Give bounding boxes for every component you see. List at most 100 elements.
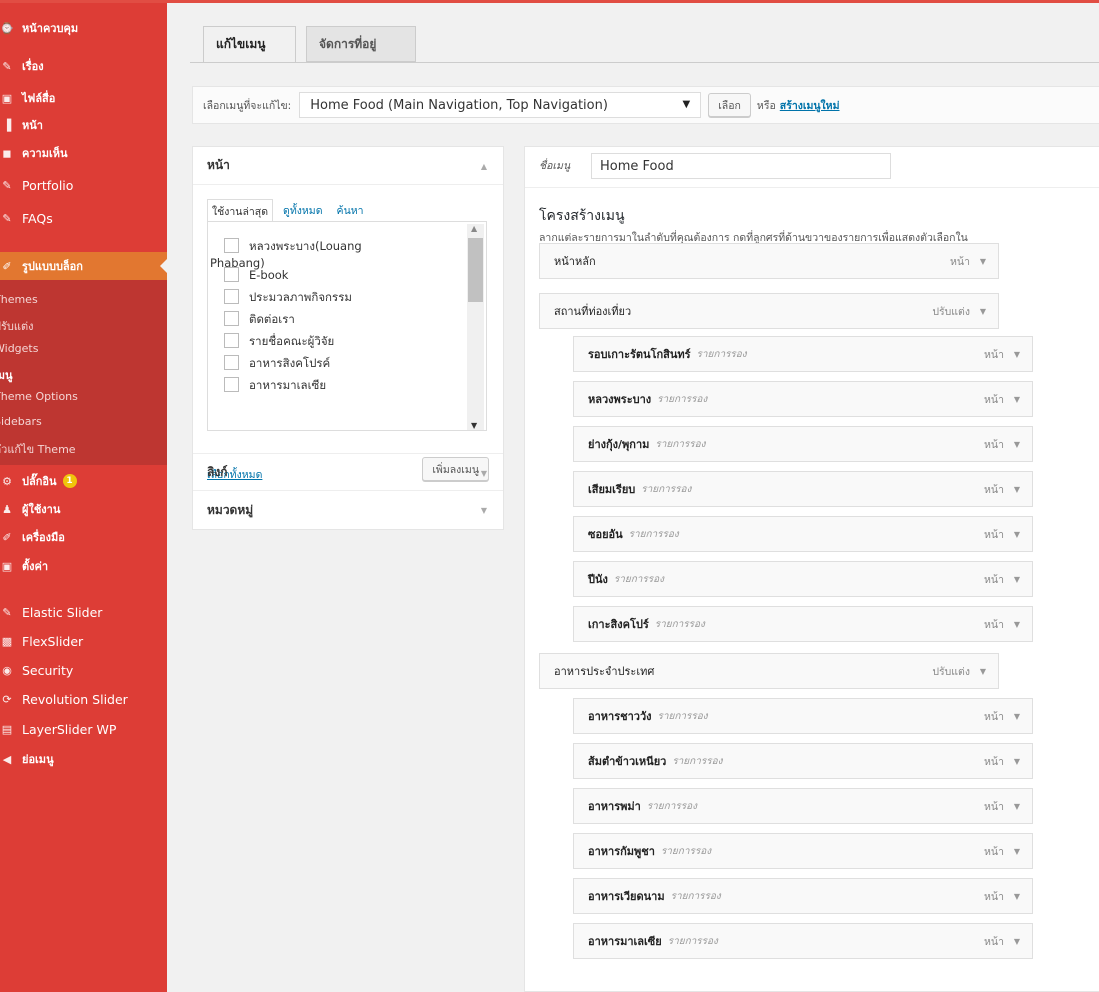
select-button[interactable]: เลือก — [708, 93, 751, 117]
scroll-up-icon[interactable]: ▲ — [471, 224, 477, 233]
expand-arrow-icon[interactable]: ▼ — [1014, 530, 1020, 539]
menu-item[interactable]: ย่างกุ้ง/พุกาม รายการรอง หน้า ▼ — [573, 426, 1033, 462]
sidebar-item-plugins-2[interactable]: ◉ Security — [0, 659, 167, 681]
sidebar-item-items-6[interactable]: ✎ FAQs — [0, 207, 167, 229]
menu-item[interactable]: อาหารมาเลเซีย รายการรอง หน้า ▼ — [573, 923, 1033, 959]
scrollbar-thumb[interactable] — [468, 238, 483, 302]
submenu-item-4[interactable]: Theme Options — [0, 390, 78, 403]
pin-icon: ✎ — [2, 605, 12, 619]
menu-item[interactable]: อาหารพม่า รายการรอง หน้า ▼ — [573, 788, 1033, 824]
menu-item[interactable]: ส้มตำข้าวเหนียว รายการรอง หน้า ▼ — [573, 743, 1033, 779]
pages-section-body: ใช้งานล่าสุด ดูทั้งหมด ค้นหา ▲ ▼ หลวงพระ… — [193, 185, 503, 481]
expand-arrow-icon[interactable]: ▼ — [1014, 395, 1020, 404]
expand-arrow-icon[interactable]: ▼ — [1014, 350, 1020, 359]
menu-item-title: อาหารเวียดนาม — [588, 890, 665, 903]
expand-arrow-icon[interactable]: ▼ — [1014, 620, 1020, 629]
scroll-down-icon[interactable]: ▼ — [471, 421, 477, 430]
menu-item[interactable]: สถานที่ท่องเที่ยว ปรับแต่ง ▼ — [539, 293, 999, 329]
expand-arrow-icon[interactable]: ▼ — [1014, 847, 1020, 856]
expand-arrow-icon[interactable]: ▼ — [1014, 440, 1020, 449]
menu-item[interactable]: อาหารกัมพูชา รายการรอง หน้า ▼ — [573, 833, 1033, 869]
expand-arrow-icon[interactable]: ▼ — [1014, 485, 1020, 494]
subitem-label: รายการรอง — [654, 618, 705, 630]
menu-item[interactable]: รอบเกาะรัตนโกสินทร์ รายการรอง หน้า ▼ — [573, 336, 1033, 372]
sidebar-item-label: รูปแบบบล็อก — [22, 260, 83, 273]
checkbox[interactable] — [224, 355, 239, 370]
links-section-header[interactable]: ลิงก์ ▼ — [193, 453, 503, 491]
menu-item[interactable]: เกาะสิงคโปร์ รายการรอง หน้า ▼ — [573, 606, 1033, 642]
subitem-label: รายการรอง — [613, 573, 665, 585]
expand-arrow-icon[interactable]: ▼ — [980, 667, 986, 676]
expand-arrow-icon[interactable]: ▼ — [980, 257, 986, 266]
page-checkbox-item[interactable]: อาหารมาเลเซีย — [224, 377, 326, 395]
sidebar-item-items2-2[interactable]: ✐ เครื่องมือ — [0, 526, 167, 548]
page-checkbox-item[interactable]: ติดต่อเรา — [224, 311, 295, 329]
menu-item[interactable]: เสียมเรียบ รายการรอง หน้า ▼ — [573, 471, 1033, 507]
submenu-item-0[interactable]: Themes — [0, 293, 38, 306]
page-checkbox-item[interactable]: ประมวลภาพกิจกรรม — [224, 289, 352, 307]
select-menu-label: เลือกเมนูที่จะแก้ไข: — [203, 99, 292, 112]
menu-item[interactable]: อาหารชาววัง รายการรอง หน้า ▼ — [573, 698, 1033, 734]
page-checkbox-item[interactable]: หลวงพระบาง(Louang — [224, 238, 362, 256]
sidebar-item-appearance[interactable]: ✐ รูปแบบบล็อก — [0, 252, 167, 280]
checkbox[interactable] — [224, 311, 239, 326]
checkbox[interactable] — [224, 377, 239, 392]
menu-item[interactable]: หน้าหลัก หน้า ▼ — [539, 243, 999, 279]
pages-section-header[interactable]: หน้า ▲ — [193, 147, 503, 185]
sidebar-item-items-3[interactable]: ▐ หน้า — [0, 114, 167, 136]
sidebar-item-plugins-1[interactable]: ▩ FlexSlider — [0, 630, 167, 652]
submenu-item-1[interactable]: ปรับแต่ง — [0, 317, 33, 335]
page-title-wrap: Phabang) — [210, 256, 265, 270]
menu-item-type: หน้า — [984, 573, 1004, 586]
sidebar-item-items-0[interactable]: ⌚ หน้าควบคุม — [0, 17, 167, 39]
list-scrollbar[interactable]: ▲ ▼ — [467, 224, 484, 430]
menu-item-title: ย่างกุ้ง/พุกาม — [588, 438, 650, 451]
sidebar-item-items2-0[interactable]: ⚙ ปลั๊กอิน 1 — [0, 470, 167, 492]
checkbox[interactable] — [224, 333, 239, 348]
submenu-item-2[interactable]: Widgets — [0, 342, 38, 355]
sidebar-item-items-1[interactable]: ✎ เรื่อง — [0, 55, 167, 77]
sidebar-item-label: ปลั๊กอิน — [22, 475, 57, 488]
expand-arrow-icon[interactable]: ▼ — [1014, 937, 1020, 946]
expand-arrow-icon[interactable]: ▼ — [980, 307, 986, 316]
create-new-menu-link[interactable]: สร้างเมนูใหม่ — [780, 97, 840, 114]
menu-select-dropdown[interactable]: Home Food (Main Navigation, Top Navigati… — [299, 92, 702, 118]
sidebar-item-plugins-3[interactable]: ⟳ Revolution Slider — [0, 688, 167, 710]
page-checkbox-item[interactable]: รายชื่อคณะผู้วิจัย — [224, 333, 334, 351]
expand-arrow-icon[interactable]: ▼ — [1014, 802, 1020, 811]
menu-name-input[interactable]: Home Food — [591, 153, 891, 179]
sidebar-item-items-2[interactable]: ▣ ไฟล์สื่อ — [0, 87, 167, 109]
subitem-label: รายการรอง — [628, 528, 679, 540]
menu-item-title: หลวงพระบาง — [588, 393, 652, 406]
menu-item[interactable]: หลวงพระบาง รายการรอง หน้า ▼ — [573, 381, 1033, 417]
menu-item[interactable]: ซอยอัน รายการรอง หน้า ▼ — [573, 516, 1033, 552]
submenu-item-6[interactable]: ตัวแก้ไข Theme — [0, 440, 76, 458]
sidebar-item-plugins-5[interactable]: ◀ ย่อเมนู — [0, 748, 167, 770]
menu-item[interactable]: อาหารประจำประเทศ ปรับแต่ง ▼ — [539, 653, 999, 689]
submenu-item-5[interactable]: Sidebars — [0, 415, 42, 428]
image-icon: ▩ — [1, 634, 13, 648]
page-title: รายชื่อคณะผู้วิจัย — [249, 334, 335, 348]
expand-arrow-icon[interactable]: ▼ — [1014, 892, 1020, 901]
sidebar-item-plugins-4[interactable]: ▤ LayerSlider WP — [0, 718, 167, 740]
plugin-icon: ⚙ — [2, 474, 12, 488]
checkbox[interactable] — [224, 238, 239, 253]
categories-section-header[interactable]: หมวดหมู่ ▼ — [193, 491, 503, 529]
checkbox[interactable] — [224, 289, 239, 304]
sidebar-item-plugins-0[interactable]: ✎ Elastic Slider — [0, 601, 167, 623]
tab-edit-menus[interactable]: แก้ไขเมนู — [203, 26, 296, 63]
sidebar-item-items2-3[interactable]: ▣ ตั้งค่า — [0, 555, 167, 577]
sidebar-item-items2-1[interactable]: ♟ ผู้ใช้งาน — [0, 498, 167, 520]
sidebar-item-items-4[interactable]: ◼ ความเห็น — [0, 142, 167, 164]
expand-arrow-icon[interactable]: ▼ — [1014, 757, 1020, 766]
tab-manage-locations[interactable]: จัดการที่อยู่ — [306, 26, 416, 62]
expand-arrow-icon[interactable]: ▼ — [1014, 575, 1020, 584]
expand-arrow-icon[interactable]: ▼ — [1014, 712, 1020, 721]
menu-item[interactable]: อาหารเวียดนาม รายการรอง หน้า ▼ — [573, 878, 1033, 914]
menu-item[interactable]: ปีนัง รายการรอง หน้า ▼ — [573, 561, 1033, 597]
page-checkbox-item[interactable]: อาหารสิงคโปรค์ — [224, 355, 330, 373]
menu-item-type: หน้า — [984, 800, 1004, 813]
sidebar-item-items-5[interactable]: ✎ Portfolio — [0, 174, 167, 196]
subitem-label: รายการรอง — [667, 935, 718, 947]
submenu-item-3[interactable]: เมนู — [0, 366, 13, 384]
